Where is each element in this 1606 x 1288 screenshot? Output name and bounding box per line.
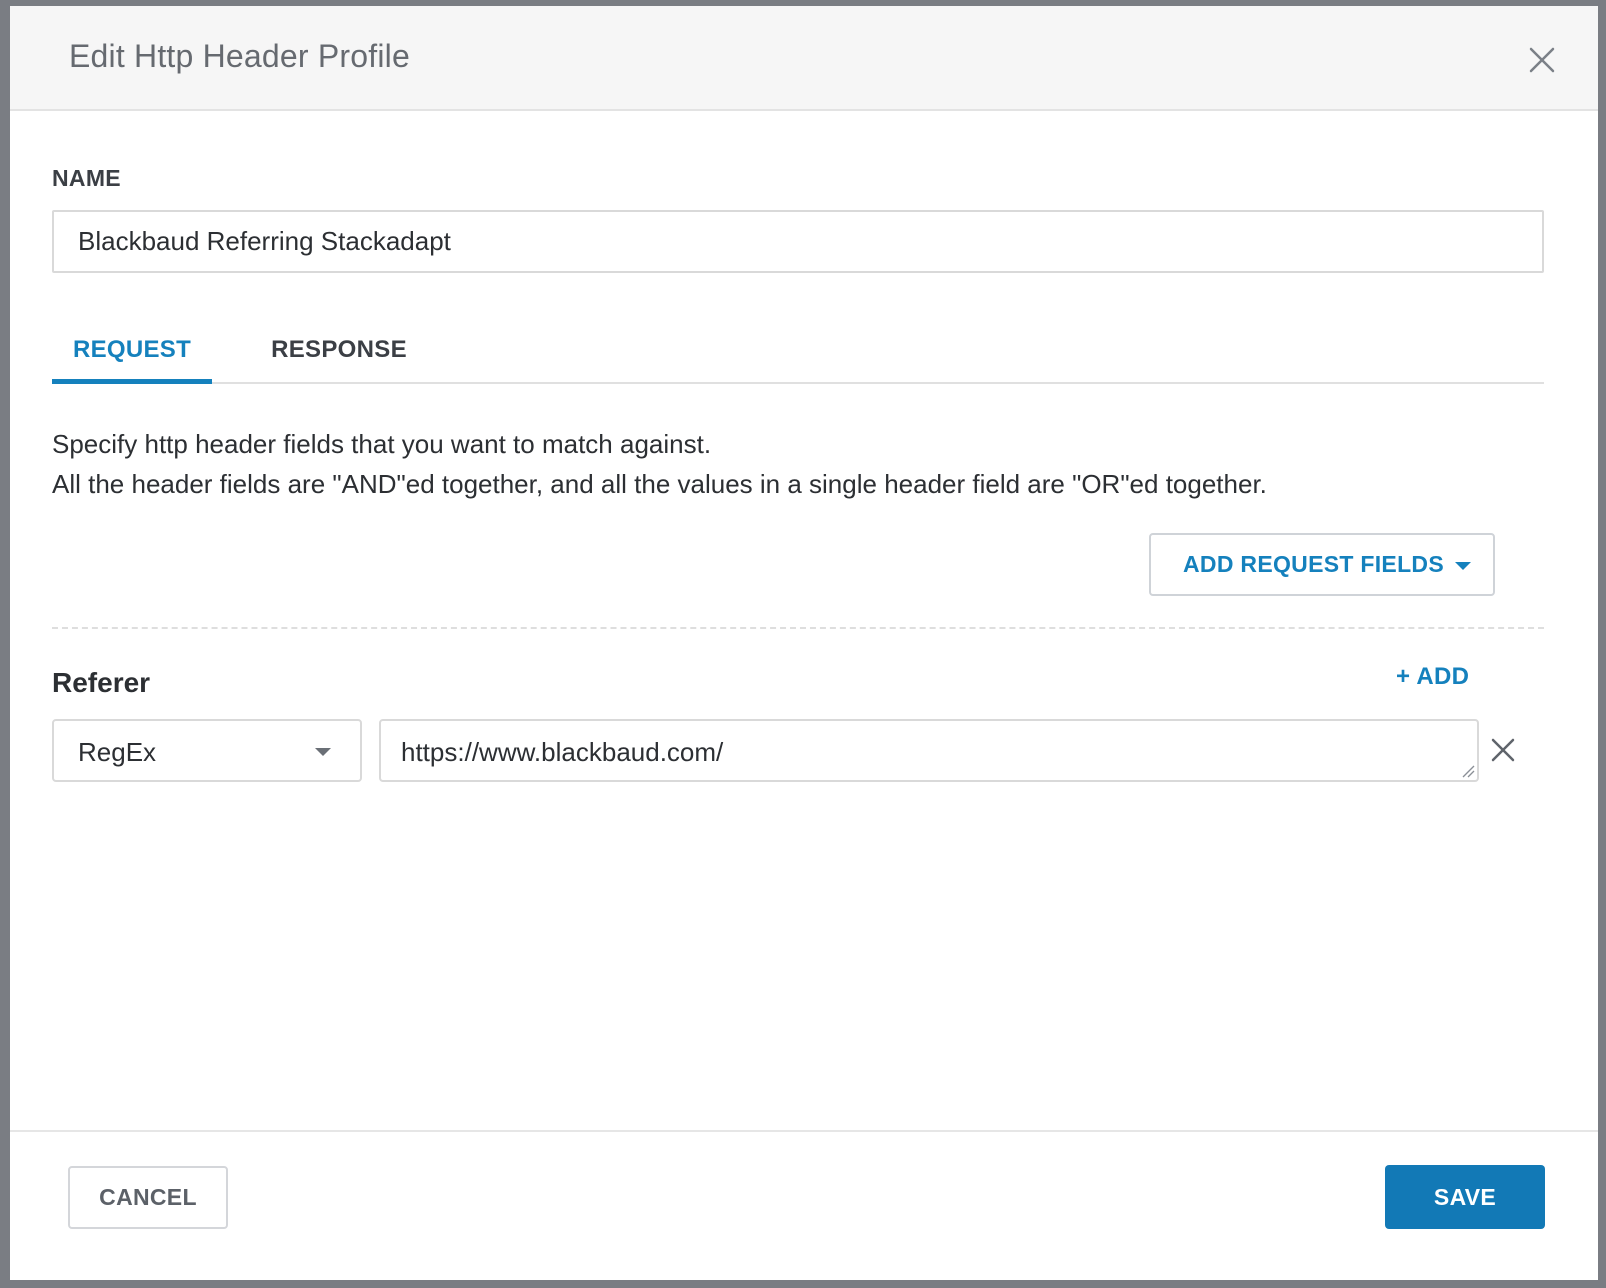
tab-response[interactable]: RESPONSE xyxy=(264,326,414,384)
add-value-link[interactable]: + ADD xyxy=(1396,663,1469,691)
name-label: NAME xyxy=(52,165,121,191)
header-field-name: Referer xyxy=(52,667,151,698)
caret-down-icon xyxy=(1455,562,1471,570)
save-button[interactable]: SAVE xyxy=(1385,1165,1545,1229)
tab-request[interactable]: REQUEST xyxy=(52,326,212,384)
edit-profile-modal: Edit Http Header Profile NAME REQUEST RE… xyxy=(10,6,1598,1280)
modal-title: Edit Http Header Profile xyxy=(69,38,410,74)
match-type-value: RegEx xyxy=(78,737,157,767)
match-type-select[interactable]: RegEx xyxy=(52,719,362,782)
add-request-fields-button[interactable]: ADD REQUEST FIELDS xyxy=(1149,533,1495,596)
cancel-button[interactable]: CANCEL xyxy=(68,1166,228,1229)
request-description: Specify http header fields that you want… xyxy=(52,424,1267,504)
modal-header: Edit Http Header Profile xyxy=(10,6,1598,111)
close-icon[interactable] xyxy=(1526,44,1558,76)
modal-footer: CANCEL SAVE xyxy=(10,1130,1598,1280)
tab-bar: REQUEST RESPONSE xyxy=(52,326,1544,384)
resize-handle-icon[interactable] xyxy=(1461,764,1475,778)
section-divider xyxy=(52,627,1544,629)
header-value-text: https://www.blackbaud.com/ xyxy=(401,737,724,767)
description-line-1: Specify http header fields that you want… xyxy=(52,429,712,459)
name-input[interactable] xyxy=(52,210,1544,273)
header-value-textarea[interactable]: https://www.blackbaud.com/ xyxy=(379,719,1479,782)
add-request-fields-label: ADD REQUEST FIELDS xyxy=(1183,551,1444,577)
chevron-down-icon xyxy=(315,748,331,756)
description-line-2: All the header fields are "AND"ed togeth… xyxy=(52,469,1267,499)
remove-value-icon[interactable] xyxy=(1489,736,1517,764)
